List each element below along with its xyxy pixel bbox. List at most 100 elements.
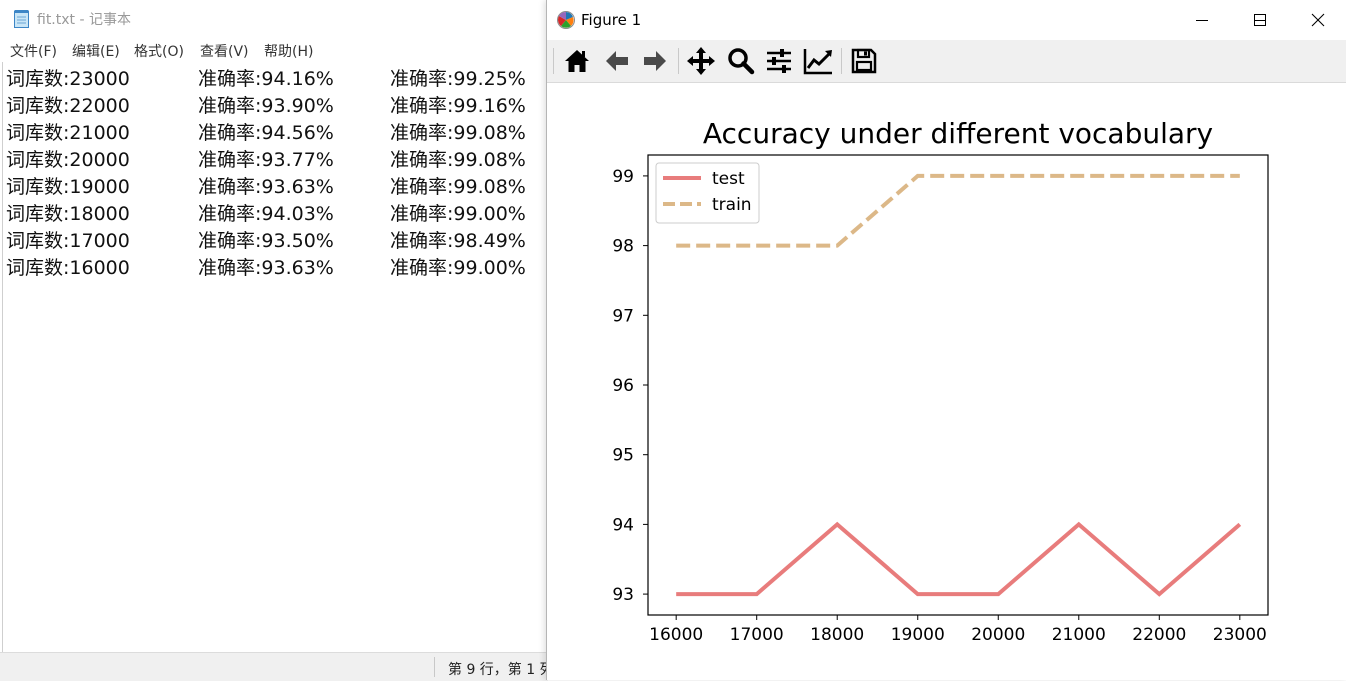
toolbar-separator	[678, 48, 679, 74]
notepad-text-area[interactable]: 词库数:23000 准确率:94.16% 准确率:99.25% 词库数:2200…	[6, 64, 546, 280]
toolbar-separator	[841, 48, 842, 74]
notepad-statusbar: 第 9 行，第 1 列	[0, 652, 554, 681]
forward-arrow-icon	[644, 51, 666, 71]
x-tick-label: 16000	[649, 625, 703, 645]
x-axis-ticks: 16000 17000 18000 19000 20000 21000 22000 23000	[649, 615, 1267, 645]
vocab-size: 词库数:22000	[6, 95, 130, 117]
matplotlib-logo-icon	[557, 11, 575, 29]
toolbar-grip	[553, 48, 554, 74]
notepad-window: fit.txt - 记事本 文件(F) 编辑(E) 格式(O) 查看(V) 帮助…	[0, 0, 554, 681]
legend: test train	[655, 162, 760, 224]
test-accuracy: 准确率:94.03%	[198, 203, 334, 225]
notepad-menubar: 文件(F) 编辑(E) 格式(O) 查看(V) 帮助(H)	[0, 38, 548, 62]
status-divider	[434, 657, 435, 677]
y-tick-label: 99	[612, 167, 634, 187]
text-line: 词库数:20000 准确率:93.77% 准确率:99.08%	[6, 145, 546, 172]
y-tick-label: 96	[612, 376, 634, 396]
y-tick-label: 95	[612, 446, 634, 466]
y-tick-label: 94	[612, 515, 634, 535]
text-line: 词库数:19000 准确率:93.63% 准确率:99.08%	[6, 172, 546, 199]
text-line: 词库数:22000 准确率:93.90% 准确率:99.16%	[6, 91, 546, 118]
save-button[interactable]	[847, 44, 881, 78]
x-tick-label: 23000	[1213, 625, 1267, 645]
edit-axis-icon	[803, 49, 832, 75]
home-button[interactable]	[560, 44, 594, 78]
y-tick-label: 98	[612, 237, 634, 257]
configure-subplots-button[interactable]	[762, 44, 796, 78]
train-accuracy: 准确率:99.00%	[390, 257, 526, 279]
train-accuracy: 准确率:99.08%	[390, 176, 526, 198]
pan-button[interactable]	[684, 44, 718, 78]
train-accuracy: 准确率:98.49%	[390, 230, 526, 252]
minimize-button-2[interactable]	[1173, 0, 1231, 40]
x-tick-label: 20000	[971, 625, 1025, 645]
menu-edit[interactable]: 编辑(E)	[72, 41, 120, 61]
forward-button[interactable]	[638, 44, 672, 78]
text-line: 词库数:18000 准确率:94.03% 准确率:99.00%	[6, 199, 546, 226]
series-line-train	[676, 173, 1240, 248]
test-accuracy: 准确率:93.90%	[198, 95, 334, 117]
figure-title: Figure 1	[581, 11, 642, 29]
train-accuracy: 准确率:99.16%	[390, 95, 526, 117]
zoom-button[interactable]	[724, 44, 758, 78]
legend-label-test: test	[712, 169, 745, 189]
notepad-titlebar[interactable]: fit.txt - 记事本	[0, 0, 548, 36]
x-tick-label: 17000	[730, 625, 784, 645]
plot-title: Accuracy under different vocabulary	[703, 117, 1213, 150]
vocab-size: 词库数:17000	[6, 230, 130, 252]
editor-edge	[2, 62, 3, 652]
configure-subplots-icon	[767, 49, 791, 73]
train-accuracy: 准确率:99.25%	[390, 68, 526, 90]
figure-window: Figure 1 Accuracy under different vocabu…	[546, 0, 1346, 680]
test-accuracy: 准确率:94.56%	[198, 122, 334, 144]
edit-axis-button[interactable]	[801, 44, 835, 78]
text-line: 词库数:21000 准确率:94.56% 准确率:99.08%	[6, 118, 546, 145]
text-line: 词库数:16000 准确率:93.63% 准确率:99.00%	[6, 253, 546, 280]
pan-icon	[687, 47, 715, 75]
x-tick-label: 22000	[1132, 625, 1186, 645]
accuracy-plot: Accuracy under different vocabulary 1600…	[612, 117, 1269, 645]
y-tick-label: 97	[612, 306, 634, 326]
test-accuracy: 准确率:93.63%	[198, 176, 334, 198]
minimize-icon	[1196, 20, 1208, 21]
close-button[interactable]	[1289, 0, 1346, 40]
home-icon	[565, 50, 589, 72]
cursor-position: 第 9 行，第 1 列	[448, 662, 554, 678]
text-line: 词库数:17000 准确率:93.50% 准确率:98.49%	[6, 226, 546, 253]
figure-canvas[interactable]: Accuracy under different vocabulary 1600…	[547, 82, 1346, 680]
test-accuracy: 准确率:93.50%	[198, 230, 334, 252]
maximize-icon	[1254, 14, 1266, 26]
test-accuracy: 准确率:94.16%	[198, 68, 334, 90]
figure-toolbar	[547, 40, 1346, 83]
text-line: 词库数:23000 准确率:94.16% 准确率:99.25%	[6, 64, 546, 91]
save-icon	[851, 48, 877, 74]
notepad-title: fit.txt - 记事本	[37, 12, 131, 28]
x-tick-label: 18000	[810, 625, 864, 645]
zoom-icon	[728, 48, 755, 75]
axes-frame	[647, 154, 1269, 616]
test-accuracy: 准确率:93.63%	[198, 257, 334, 279]
notepad-app-icon	[14, 10, 29, 28]
x-tick-label: 21000	[1052, 625, 1106, 645]
menu-format[interactable]: 格式(O)	[134, 41, 184, 61]
back-arrow-icon	[606, 51, 628, 71]
vocab-size: 词库数:21000	[6, 122, 130, 144]
train-accuracy: 准确率:99.08%	[390, 122, 526, 144]
back-button[interactable]	[600, 44, 634, 78]
series-layer	[676, 173, 1242, 597]
vocab-size: 词库数:16000	[6, 257, 130, 279]
y-axis-ticks: 93 94 95 96 97 98 99	[612, 167, 648, 605]
vocab-size: 词库数:20000	[6, 149, 130, 171]
vocab-size: 词库数:18000	[6, 203, 130, 225]
menu-file[interactable]: 文件(F)	[10, 41, 57, 61]
y-tick-label: 93	[612, 585, 634, 605]
menu-view[interactable]: 查看(V)	[200, 41, 249, 61]
maximize-button[interactable]	[1231, 0, 1289, 40]
close-icon	[1311, 13, 1325, 27]
legend-label-train: train	[712, 195, 752, 215]
figure-titlebar[interactable]: Figure 1	[547, 0, 1346, 40]
x-tick-label: 19000	[891, 625, 945, 645]
vocab-size: 词库数:19000	[6, 176, 130, 198]
menu-help[interactable]: 帮助(H)	[264, 41, 313, 61]
test-accuracy: 准确率:93.77%	[198, 149, 334, 171]
